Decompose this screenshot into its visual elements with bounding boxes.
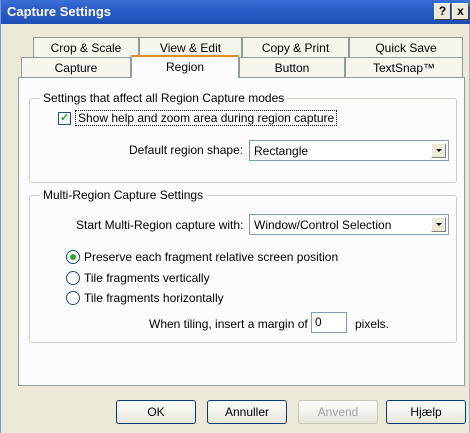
start-multi-region-label: Start Multi-Region capture with: <box>76 218 244 232</box>
close-button[interactable]: x <box>452 3 469 20</box>
start-multi-region-value: Window/Control Selection <box>254 218 392 232</box>
chevron-down-icon[interactable] <box>431 217 446 232</box>
check-icon: ✓ <box>59 112 70 124</box>
help-dialog-button[interactable]: Hjælp <box>386 400 466 424</box>
dialog-window: Capture Settings ? x Crop & Scale View &… <box>0 0 470 433</box>
radio-tile-vertically[interactable] <box>66 271 80 285</box>
show-help-zoom-checkbox[interactable]: ✓ <box>58 112 71 125</box>
start-multi-region-select[interactable]: Window/Control Selection <box>249 214 449 235</box>
ok-button[interactable]: OK <box>116 400 196 424</box>
tab-button[interactable]: Button <box>239 57 345 78</box>
default-shape-label: Default region shape: <box>129 143 244 157</box>
region-tab-panel: Settings that affect all Region Capture … <box>18 77 465 386</box>
radio-tile-horizontally-label[interactable]: Tile fragments horizontally <box>84 291 224 305</box>
help-button[interactable]: ? <box>434 3 451 20</box>
default-shape-select[interactable]: Rectangle <box>249 140 449 161</box>
margin-unit-label: pixels. <box>355 317 390 331</box>
show-help-zoom-label[interactable]: Show help and zoom area during region ca… <box>75 110 338 126</box>
tab-capture[interactable]: Capture <box>21 57 131 78</box>
window-title: Capture Settings <box>7 4 112 19</box>
radio-preserve-position[interactable] <box>66 250 80 264</box>
title-bar: Capture Settings ? x <box>1 0 470 24</box>
tab-copy-print[interactable]: Copy & Print <box>242 37 349 58</box>
apply-button[interactable]: Anvend <box>298 400 378 424</box>
margin-label: When tiling, insert a margin of <box>149 317 308 331</box>
radio-tile-horizontally[interactable] <box>66 291 80 305</box>
group2-title: Multi-Region Capture Settings <box>40 188 207 202</box>
tab-quick-save[interactable]: Quick Save <box>349 37 463 58</box>
group-all-region-modes: Settings that affect all Region Capture … <box>29 91 457 183</box>
radio-preserve-position-label[interactable]: Preserve each fragment relative screen p… <box>84 250 338 264</box>
default-shape-value: Rectangle <box>254 144 309 158</box>
tab-crop-scale[interactable]: Crop & Scale <box>33 37 139 58</box>
tab-region[interactable]: Region <box>131 55 239 78</box>
radio-tile-vertically-label[interactable]: Tile fragments vertically <box>84 271 210 285</box>
group1-title: Settings that affect all Region Capture … <box>40 91 288 105</box>
margin-input[interactable]: 0 <box>311 312 347 333</box>
cancel-button[interactable]: Annuller <box>207 400 287 424</box>
tab-textsnap[interactable]: TextSnap™ <box>345 57 463 78</box>
chevron-down-icon[interactable] <box>431 143 446 158</box>
group-multi-region: Multi-Region Capture Settings Start Mult… <box>29 188 457 343</box>
